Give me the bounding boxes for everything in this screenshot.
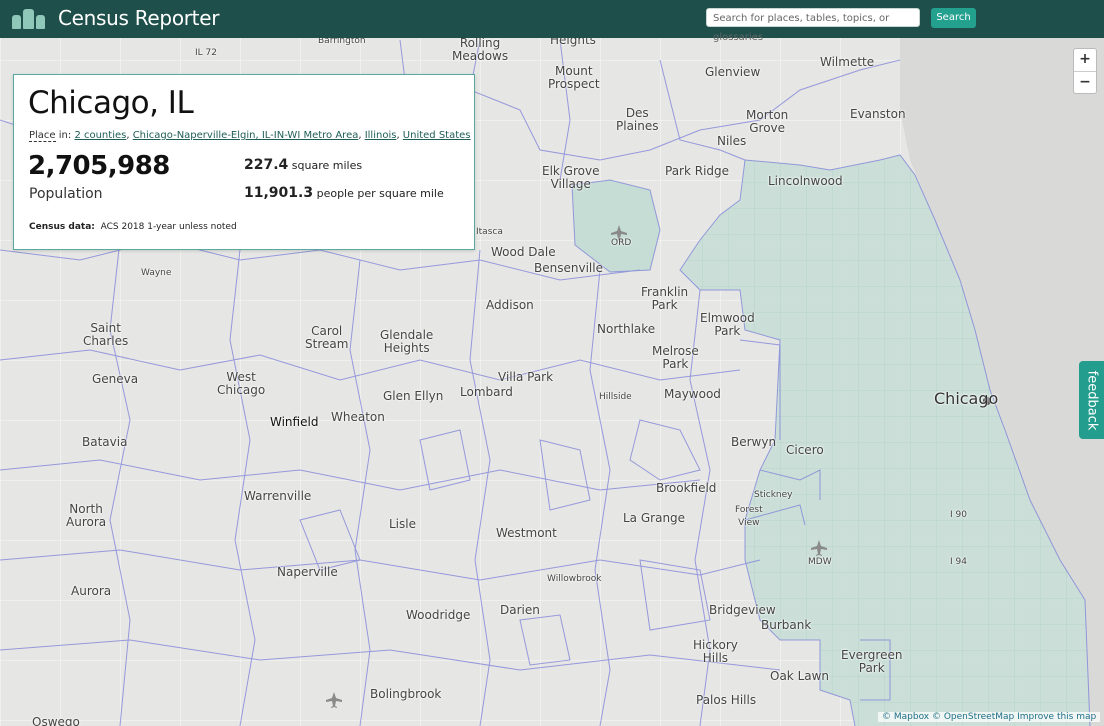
density-value: 11,901.3	[244, 185, 314, 201]
map-label-glenview: Glenview	[705, 65, 761, 79]
map-label-forest-view: Forest View	[735, 505, 763, 528]
parent-link-state[interactable]: Illinois	[365, 130, 397, 141]
map-label-willowbrook: Willowbrook	[547, 574, 602, 584]
map-label-franklin-park: Franklin Park	[641, 285, 689, 312]
area-value: 227.4	[244, 157, 289, 173]
map-label-cicero: Cicero	[786, 443, 824, 457]
map-label-mount-prospect: Mount Prospect	[548, 64, 600, 91]
feedback-tab[interactable]: feedback	[1079, 361, 1104, 439]
map-label-lombard: Lombard	[460, 385, 513, 399]
map-label-naperville: Naperville	[277, 565, 338, 579]
map-label-berwyn: Berwyn	[731, 435, 777, 449]
census-data-value: ACS 2018 1-year unless noted	[100, 222, 237, 232]
map-label-bridgeview: Bridgeview	[709, 603, 776, 617]
map-label-barrington: Barrington	[318, 38, 366, 46]
map-label-oak-lawn: Oak Lawn	[770, 669, 830, 683]
map-label-melrose-park: Melrose Park	[652, 344, 699, 371]
map-label-burbank: Burbank	[761, 618, 812, 632]
place-type-label[interactable]: Place	[29, 130, 56, 142]
map-label-ord: ORD	[611, 238, 632, 248]
map-label-addison: Addison	[486, 298, 534, 312]
map-label-oswego: Oswego	[32, 715, 80, 726]
map-label-hillside: Hillside	[599, 392, 632, 402]
area-label: square miles	[291, 159, 363, 172]
map-label-westmont: Westmont	[496, 526, 557, 540]
population-label: Population	[29, 186, 103, 202]
area-stat: 227.4 square miles	[244, 157, 362, 173]
search-button[interactable]: Search	[931, 8, 976, 28]
map-label-glendale-heights: Glendale Heights	[380, 328, 434, 355]
population-value: 2,705,988	[28, 151, 170, 181]
map-label-bensenville: Bensenville	[534, 261, 603, 275]
map-label-warrenville: Warrenville	[244, 489, 312, 503]
zoom-control: + −	[1073, 48, 1097, 94]
map-label-wood-dale: Wood Dale	[491, 245, 556, 259]
map-label-geneva: Geneva	[92, 372, 139, 386]
map-label-i90: I 90	[950, 510, 967, 520]
search-input[interactable]: Search for places, tables, topics, or gl…	[706, 8, 920, 43]
parent-link-counties[interactable]: 2 counties	[74, 130, 126, 141]
map-label-wilmette: Wilmette	[820, 55, 875, 69]
map-label-des-plaines: Des Plaines	[616, 106, 659, 133]
map-label-elmwood-park: Elmwood Park	[700, 311, 755, 338]
zoom-in-button[interactable]: +	[1074, 49, 1096, 72]
top-navbar: Census Reporter Search for places, table…	[0, 0, 1104, 43]
map-label-villa-park: Villa Park	[498, 370, 554, 384]
zoom-out-button[interactable]: −	[1074, 72, 1096, 94]
map-label-wayne: Wayne	[141, 268, 172, 278]
map-label-carol-stream: Carol Stream	[305, 324, 349, 351]
map-label-hickory-hills: Hickory Hills	[693, 638, 738, 665]
map-label-north-aurora: North Aurora	[66, 502, 107, 529]
map-label-west-chicago: West Chicago	[217, 370, 266, 397]
feedback-label: feedback	[1084, 370, 1100, 430]
map-attribution[interactable]: © Mapbox © OpenStreetMap Improve this ma…	[878, 712, 1101, 722]
place-profile-card: Chicago, IL Place in: 2 counties, Chicag…	[13, 74, 475, 250]
map-label-i94: I 94	[950, 557, 967, 567]
map-label-aurora: Aurora	[71, 584, 112, 598]
map-label-elk-grove: Elk Grove Village	[542, 164, 600, 191]
map-label-niles: Niles	[717, 134, 747, 148]
map-label-darien: Darien	[500, 603, 540, 617]
density-stat: 11,901.3 people per square mile	[244, 185, 444, 201]
logo-people-icon	[12, 7, 50, 29]
map-label-glen-ellyn: Glen Ellyn	[383, 389, 444, 403]
place-in-suffix: in:	[55, 130, 75, 141]
map-label-heights: Heights	[550, 38, 596, 47]
map-label-maywood: Maywood	[664, 387, 721, 401]
map-label-stickney: Stickney	[754, 490, 793, 500]
census-data-label: Census data:	[29, 222, 95, 232]
map-label-morton-grove: Morton Grove	[746, 108, 789, 135]
place-title: Chicago, IL	[28, 85, 194, 121]
map-label-evergreen-park: Evergreen Park	[841, 648, 903, 675]
map-label-brookfield: Brookfield	[656, 481, 717, 495]
map-label-bolingbrook: Bolingbrook	[370, 687, 442, 701]
map-label-lincolnwood: Lincolnwood	[768, 174, 843, 188]
map-label-saint-charles: Saint Charles	[83, 321, 129, 348]
map-label-la-grange: La Grange	[623, 511, 686, 525]
census-data-note: Census data: ACS 2018 1-year unless note…	[29, 222, 237, 232]
density-label: people per square mile	[316, 187, 444, 200]
place-in-breadcrumb: Place in: 2 counties, Chicago-Naperville…	[29, 130, 471, 142]
map-label-winfield: Winfield	[270, 415, 319, 429]
map-label-itasca: Itasca	[476, 227, 503, 237]
map-label-il72: IL 72	[195, 48, 217, 58]
app-title: Census Reporter	[58, 6, 220, 30]
map-label-northlake: Northlake	[597, 322, 656, 336]
parent-link-metro[interactable]: Chicago-Naperville-Elgin, IL-IN-WI Metro…	[133, 130, 359, 141]
map-label-wheaton: Wheaton	[331, 410, 385, 424]
map-label-palos-hills: Palos Hills	[696, 693, 757, 707]
site-logo[interactable]: Census Reporter	[12, 6, 219, 30]
map-label-batavia: Batavia	[82, 435, 128, 449]
map-label-lisle: Lisle	[389, 517, 416, 531]
map-label-woodridge: Woodridge	[406, 608, 471, 622]
map-label-rolling-meadows: Rolling Meadows	[452, 38, 509, 63]
map-label-park-ridge: Park Ridge	[665, 164, 730, 178]
parent-link-country[interactable]: United States	[403, 130, 471, 141]
map-label-chicago: Chicago	[934, 389, 999, 408]
map-label-evanston: Evanston	[850, 107, 906, 121]
map-label-mdw: MDW	[808, 557, 832, 567]
